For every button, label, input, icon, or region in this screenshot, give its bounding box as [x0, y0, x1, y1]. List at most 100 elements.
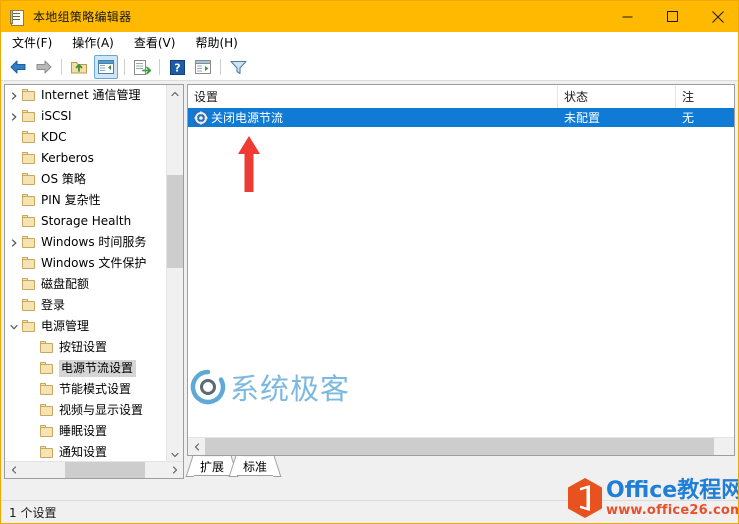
- scroll-left-arrow-icon[interactable]: [188, 438, 205, 455]
- chevron-placeholder: [25, 379, 39, 400]
- tree-hscrollbar-thumb[interactable]: [65, 462, 145, 478]
- tab-extended[interactable]: 扩展: [193, 457, 232, 476]
- tree-item-power-throttling-settings[interactable]: 电源节流设置: [5, 358, 171, 379]
- forward-icon[interactable]: [33, 56, 55, 78]
- tree-item-notification-settings[interactable]: 通知设置: [5, 442, 171, 463]
- watermark-url-text: www.office26.com: [606, 502, 739, 518]
- scroll-left-arrow-icon[interactable]: [5, 462, 22, 478]
- show-tree-icon[interactable]: [94, 55, 118, 79]
- cell-setting-comment: 无: [682, 111, 695, 125]
- tree-horizontal-scrollbar[interactable]: [5, 461, 183, 478]
- status-text: 1 个设置: [9, 505, 57, 520]
- tree-item-windows-time-service[interactable]: Windows 时间服务: [5, 232, 171, 253]
- tree-item-label: KDC: [41, 130, 67, 144]
- window-title: 本地组策略编辑器: [33, 10, 132, 24]
- tree-item-power-management[interactable]: 电源管理: [5, 316, 171, 337]
- list-hscrollbar-thumb[interactable]: [205, 438, 714, 455]
- tree-item-button-settings[interactable]: 按钮设置: [5, 337, 171, 358]
- column-header-comment[interactable]: 注: [676, 86, 734, 108]
- tree-item-label: 电源节流设置: [59, 360, 137, 377]
- scroll-right-arrow-icon[interactable]: [166, 462, 183, 478]
- tree-item-internet-communication[interactable]: Internet 通信管理: [5, 85, 171, 106]
- help-icon[interactable]: ?: [166, 56, 188, 78]
- minimize-icon[interactable]: [605, 1, 650, 32]
- folder-icon: [21, 298, 37, 313]
- folder-icon: [39, 382, 55, 397]
- menu-item-file[interactable]: 文件(F): [3, 33, 61, 53]
- tree-item-os-policy[interactable]: OS 策略: [5, 169, 171, 190]
- chevron-placeholder: [25, 358, 39, 379]
- chevron-placeholder: [7, 169, 21, 190]
- tree-item-pin-complexity[interactable]: PIN 复杂性: [5, 190, 171, 211]
- tree-item-storage-health[interactable]: Storage Health: [5, 211, 171, 232]
- close-icon[interactable]: [695, 1, 738, 32]
- tree-item-iscsi[interactable]: iSCSI: [5, 106, 171, 127]
- toolbar-separator: [61, 59, 62, 75]
- menu-item-action[interactable]: 操作(A): [63, 33, 123, 53]
- tree-item-video-display-settings[interactable]: 视频与显示设置: [5, 400, 171, 421]
- tree-item-label: 视频与显示设置: [59, 403, 144, 417]
- export-list-icon[interactable]: [131, 56, 153, 78]
- up-folder-icon[interactable]: [68, 56, 90, 78]
- policy-editor-icon: [9, 9, 25, 26]
- folder-icon: [21, 277, 37, 292]
- title-bar[interactable]: 本地组策略编辑器: [1, 1, 738, 32]
- list-horizontal-scrollbar[interactable]: [188, 437, 734, 455]
- chevron-right-icon[interactable]: [7, 232, 21, 253]
- chevron-placeholder: [7, 274, 21, 295]
- table-row[interactable]: 关闭电源节流 未配置 无: [188, 108, 734, 127]
- maximize-icon[interactable]: [650, 1, 695, 32]
- properties-icon[interactable]: [192, 56, 214, 78]
- tree-item-logon[interactable]: 登录: [5, 295, 171, 316]
- setting-name-text: 关闭电源节流: [211, 111, 284, 125]
- tree-vertical-scrollbar[interactable]: [166, 85, 183, 463]
- toolbar-separator: [159, 59, 160, 75]
- tree-scrollbar-thumb[interactable]: [167, 175, 183, 268]
- column-header-state[interactable]: 状态: [558, 85, 676, 108]
- menu-item-help[interactable]: 帮助(H): [186, 33, 246, 53]
- back-icon[interactable]: [7, 56, 29, 78]
- menu-item-view[interactable]: 查看(V): [125, 33, 185, 53]
- content-area: Internet 通信管理 iSCSI KDC Kerberos OS 策略 P…: [1, 81, 738, 503]
- setting-gear-icon: [194, 110, 208, 125]
- scroll-up-arrow-icon[interactable]: [167, 85, 183, 102]
- cell-setting-state: 未配置: [564, 111, 601, 125]
- tab-label: 扩展: [200, 459, 225, 474]
- tree-item-energy-saver-settings[interactable]: 节能模式设置: [5, 379, 171, 400]
- chevron-right-icon[interactable]: [7, 85, 21, 106]
- tree-item-sleep-settings[interactable]: 睡眠设置: [5, 421, 171, 442]
- settings-list-body: 关闭电源节流 未配置 无: [188, 108, 734, 127]
- toolbar-separator: [124, 59, 125, 75]
- folder-icon: [39, 445, 55, 460]
- folder-icon: [21, 88, 37, 103]
- chevron-placeholder: [25, 337, 39, 358]
- tree-item-label: PIN 复杂性: [41, 193, 101, 207]
- tree-item-disk-quota[interactable]: 磁盘配额: [5, 274, 171, 295]
- console-tree[interactable]: Internet 通信管理 iSCSI KDC Kerberos OS 策略 P…: [5, 85, 171, 463]
- cell-setting-name[interactable]: 关闭电源节流: [188, 108, 558, 127]
- column-header-setting[interactable]: 设置: [188, 85, 558, 108]
- watermark-center: 系统极客: [188, 363, 378, 411]
- chevron-down-icon[interactable]: [7, 316, 21, 337]
- folder-icon: [21, 109, 37, 124]
- filter-icon[interactable]: [227, 56, 249, 78]
- tree-item-kdc[interactable]: KDC: [5, 127, 171, 148]
- tab-standard[interactable]: 标准: [236, 457, 275, 476]
- tree-item-label: 节能模式设置: [59, 382, 132, 396]
- folder-icon: [39, 424, 55, 439]
- chevron-right-icon[interactable]: [7, 106, 21, 127]
- chevron-placeholder: [7, 295, 21, 316]
- menu-bar: 文件(F) 操作(A) 查看(V) 帮助(H): [1, 32, 738, 54]
- chevron-placeholder: [25, 421, 39, 442]
- folder-icon: [21, 130, 37, 145]
- watermark-bottom-right: Office教程网 www.office26.com: [564, 475, 739, 521]
- folder-icon: [39, 361, 55, 376]
- chevron-placeholder: [25, 400, 39, 421]
- folder-icon: [21, 193, 37, 208]
- tab-label: 标准: [243, 459, 268, 474]
- tree-item-label: Windows 时间服务: [41, 235, 147, 249]
- tree-item-kerberos[interactable]: Kerberos: [5, 148, 171, 169]
- tree-item-windows-file-protection[interactable]: Windows 文件保护: [5, 253, 171, 274]
- watermark-brand-text: Office教程网: [606, 477, 739, 503]
- chevron-placeholder: [7, 211, 21, 232]
